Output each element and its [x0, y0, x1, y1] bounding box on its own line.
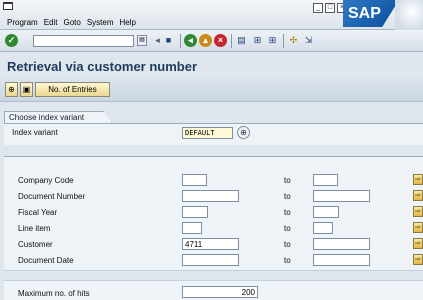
to-label: to [284, 240, 291, 249]
command-field[interactable] [33, 35, 134, 47]
max-hits-field[interactable] [182, 286, 258, 298]
multiple-selection-icon[interactable]: ⇨ [413, 206, 423, 217]
to-label: to [284, 192, 291, 201]
print-icon[interactable]: ▤ [235, 34, 248, 47]
check-icon[interactable]: ✓ [5, 34, 18, 47]
number-of-entries-button[interactable]: No. of Entries [35, 82, 110, 97]
multiple-selection-icon[interactable]: ⇨ [413, 254, 423, 265]
document-date-to-field[interactable] [313, 254, 370, 266]
toolbar-separator [283, 34, 284, 48]
menu-program[interactable]: Program [7, 18, 38, 27]
fiscal-year-to-field[interactable] [313, 206, 339, 218]
multiple-selection-icon[interactable]: ⇨ [413, 238, 423, 249]
index-variant-field[interactable] [182, 127, 233, 139]
to-label: to [284, 208, 291, 217]
back-arrow-icon[interactable]: ◂ [184, 34, 197, 47]
company-code-from-field[interactable] [182, 174, 207, 186]
document-number-from-field[interactable] [182, 190, 239, 202]
line-item-to-field[interactable] [313, 222, 333, 234]
decorative-swirl [395, 0, 423, 30]
line-item-from-field[interactable] [182, 222, 202, 234]
minimize-button[interactable]: _ [313, 3, 323, 13]
shortcut-icon[interactable]: ⇲ [302, 34, 315, 47]
sap-logo: SAP [343, 0, 399, 27]
index-variant-label: Index variant [12, 128, 58, 137]
new-session-icon[interactable]: ✣ [287, 34, 300, 47]
value-help-icon[interactable]: ⊕ [237, 126, 250, 139]
exit-icon[interactable]: ▴ [199, 34, 212, 47]
execute-icon[interactable]: ⊕ [5, 82, 18, 97]
fiscal-year-from-field[interactable] [182, 206, 208, 218]
save-icon[interactable]: ■ [162, 34, 175, 47]
document-date-label: Document Date [18, 256, 74, 265]
max-hits-label: Maximum no. of hits [18, 289, 90, 298]
multiple-selection-icon[interactable]: ⇨ [413, 190, 423, 201]
menu-edit[interactable]: Edit [44, 18, 58, 27]
application-toolbar: ⊕ ▣ No. of Entries [0, 77, 423, 102]
company-code-to-field[interactable] [313, 174, 338, 186]
maximize-button[interactable]: □ [325, 3, 335, 13]
find-icon[interactable]: ⊞ [251, 34, 264, 47]
multiple-selection-icon[interactable]: ⇨ [413, 174, 423, 185]
document-number-to-field[interactable] [313, 190, 370, 202]
menu-bar: Program Edit Goto System Help _ □ × SAP [0, 0, 423, 30]
title-bar: Retrieval via customer number [0, 52, 423, 77]
line-item-label: Line item [18, 224, 51, 233]
system-menu-icon[interactable] [3, 2, 13, 10]
selection-screen: Choose index variant Index variant ⊕ Com… [0, 102, 423, 300]
customer-from-field[interactable] [182, 238, 239, 250]
to-label: to [284, 176, 291, 185]
index-variant-group-tab: Choose index variant [4, 111, 112, 123]
menu-items: Program Edit Goto System Help [7, 18, 136, 27]
cancel-icon[interactable]: × [214, 34, 227, 47]
toolbar-separator [180, 34, 181, 48]
menu-goto[interactable]: Goto [63, 18, 80, 27]
window-controls: _ □ × [313, 3, 347, 13]
page-title: Retrieval via customer number [7, 59, 198, 74]
multiple-selection-icon[interactable]: ⇨ [413, 222, 423, 233]
fiscal-year-label: Fiscal Year [18, 208, 58, 217]
document-date-from-field[interactable] [182, 254, 239, 266]
find-next-icon[interactable]: ⊞ [266, 34, 279, 47]
customer-to-field[interactable] [313, 238, 370, 250]
menu-system[interactable]: System [87, 18, 114, 27]
document-number-label: Document Number [18, 192, 86, 201]
company-code-label: Company Code [18, 176, 74, 185]
toolbar-separator [231, 34, 232, 48]
customer-label: Customer [18, 240, 53, 249]
menu-help[interactable]: Help [120, 18, 136, 27]
standard-toolbar: ✓ ▤ ◂ ■ ◂ ▴ × ▤ ⊞ ⊞ ✣ ⇲ [0, 30, 423, 52]
get-variant-icon[interactable]: ▣ [20, 82, 33, 97]
command-history-button[interactable]: ▤ [137, 35, 147, 46]
to-label: to [284, 224, 291, 233]
to-label: to [284, 256, 291, 265]
